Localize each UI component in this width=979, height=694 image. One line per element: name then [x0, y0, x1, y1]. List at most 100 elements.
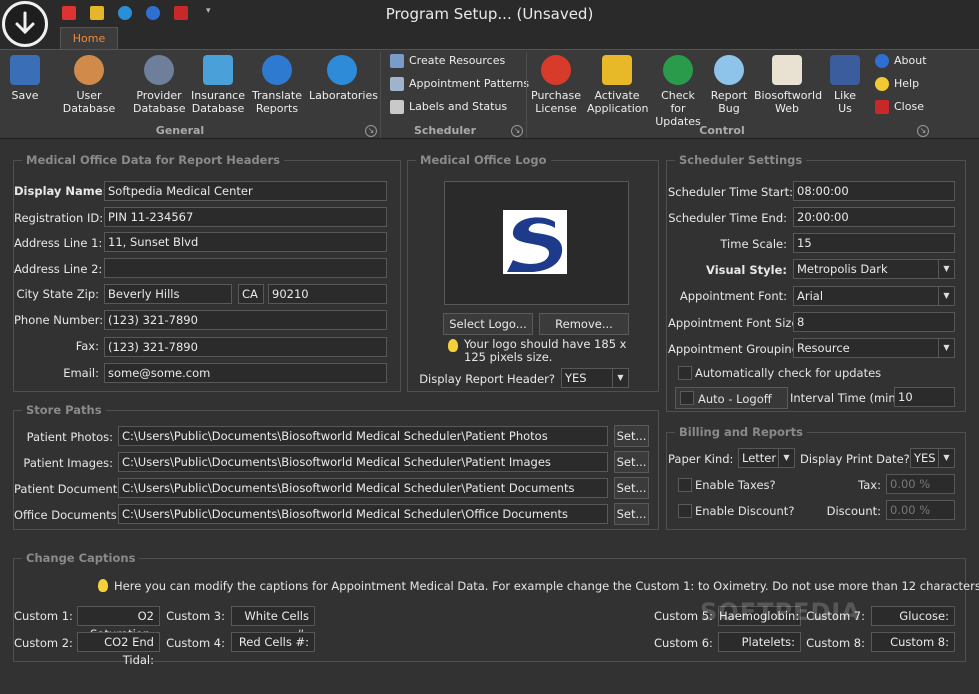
address2-field[interactable]: [104, 258, 387, 278]
discount-label: Discount:: [826, 504, 881, 518]
patient-photos-path[interactable]: C:\Users\Public\Documents\Biosoftworld M…: [118, 426, 608, 446]
phone-field[interactable]: (123) 321-7890: [104, 310, 387, 330]
create-resources-button[interactable]: Create Resources: [388, 52, 505, 70]
paper-kind-dropdown[interactable]: Letter ▼: [738, 448, 795, 468]
close-button[interactable]: Close: [873, 98, 924, 116]
time-scale-field[interactable]: 15: [793, 233, 955, 253]
custom1-label: Custom 1:: [14, 609, 73, 623]
tax-field[interactable]: 0.00 %: [886, 474, 955, 494]
billing-title: Billing and Reports: [675, 425, 807, 439]
translate-reports-button[interactable]: Translate Reports: [252, 53, 302, 115]
discount-field[interactable]: 0.00 %: [886, 500, 955, 520]
scheduler-settings-title: Scheduler Settings: [675, 153, 807, 167]
insurance-database-button[interactable]: Insurance Database: [190, 53, 246, 115]
chevron-down-icon: ▼: [938, 287, 954, 305]
store-paths-title: Store Paths: [22, 403, 106, 417]
patient-images-label: Patient Images:: [23, 456, 113, 470]
award-ribbon-icon: [541, 55, 571, 85]
custom7-field[interactable]: Glucose:: [871, 606, 955, 626]
email-field[interactable]: some@some.com: [104, 363, 387, 383]
time-end-label: Scheduler Time End:: [668, 211, 787, 225]
appointment-patterns-button[interactable]: Appointment Patterns: [388, 75, 529, 93]
display-header-dropdown[interactable]: YES ▼: [561, 368, 629, 388]
scheduler-expand-icon[interactable]: ↘: [511, 125, 523, 137]
custom2-label: Custom 2:: [14, 636, 73, 650]
save-button[interactable]: Save: [5, 53, 45, 102]
auto-logoff-checkbox[interactable]: [680, 391, 694, 405]
biosoftworld-web-button[interactable]: Biosoftworld Web: [754, 53, 822, 115]
help-icon: [875, 77, 889, 91]
zip-field[interactable]: 90210: [268, 284, 387, 304]
custom6-label: Custom 6:: [654, 636, 713, 650]
custom4-field[interactable]: Red Cells #:: [231, 632, 315, 652]
enable-discount-label: Enable Discount?: [695, 504, 795, 518]
office-documents-path[interactable]: C:\Users\Public\Documents\Biosoftworld M…: [118, 504, 608, 524]
interval-field[interactable]: 10: [894, 387, 955, 407]
state-field[interactable]: CA: [238, 284, 264, 304]
purchase-license-button[interactable]: Purchase License: [531, 53, 581, 115]
provider-icon: [144, 55, 174, 85]
custom1-field[interactable]: O2 Saturation:: [77, 606, 160, 641]
phone-label: Phone Number:: [14, 313, 104, 327]
patient-photos-label: Patient Photos:: [26, 430, 113, 444]
custom8-field[interactable]: Custom 8:: [871, 632, 955, 652]
gear-icon: [262, 55, 292, 85]
custom4-label: Custom 4:: [166, 636, 225, 650]
patient-images-set-button[interactable]: Set...: [614, 451, 649, 473]
control-expand-icon[interactable]: ↘: [917, 125, 929, 137]
auto-logoff-toggle[interactable]: Auto - Logoff: [675, 387, 788, 409]
softpedia-logo-image: [503, 210, 567, 274]
patient-documents-set-button[interactable]: Set...: [614, 477, 649, 499]
logo-group-title: Medical Office Logo: [416, 153, 551, 167]
patient-documents-path[interactable]: C:\Users\Public\Documents\Biosoftworld M…: [118, 478, 608, 498]
time-start-field[interactable]: 08:00:00: [793, 181, 955, 201]
report-bug-button[interactable]: Report Bug: [710, 53, 748, 115]
help-button[interactable]: Help: [873, 75, 919, 93]
fax-field[interactable]: (123) 321-7890: [104, 337, 387, 357]
auto-update-label: Automatically check for updates: [695, 366, 882, 380]
display-name-field[interactable]: Softpedia Medical Center: [104, 181, 387, 201]
remove-logo-button[interactable]: Remove...: [539, 313, 629, 335]
laboratories-button[interactable]: Laboratories: [309, 53, 378, 102]
registration-field[interactable]: PIN 11-234567: [104, 207, 387, 227]
tab-home[interactable]: Home: [60, 27, 118, 50]
auto-logoff-label: Auto - Logoff: [698, 392, 772, 406]
office-documents-set-button[interactable]: Set...: [614, 503, 649, 525]
check-for-updates-button[interactable]: Check for Updates: [652, 53, 704, 128]
office-documents-label: Office Documents:: [14, 508, 121, 522]
group-label-control: Control: [699, 124, 745, 137]
auto-update-checkbox[interactable]: [678, 366, 692, 380]
visual-style-label: Visual Style:: [706, 263, 787, 277]
about-button[interactable]: About: [873, 52, 927, 70]
enable-taxes-label: Enable Taxes?: [695, 478, 776, 492]
enable-taxes-checkbox[interactable]: [678, 478, 692, 492]
appointment-font-dropdown[interactable]: Arial ▼: [793, 286, 955, 306]
card-icon: [203, 55, 233, 85]
visual-style-dropdown[interactable]: Metropolis Dark ▼: [793, 259, 955, 279]
labels-and-status-button[interactable]: Labels and Status: [388, 98, 507, 116]
appointment-font-size-field[interactable]: 8: [793, 312, 955, 332]
address1-field[interactable]: 11, Sunset Blvd: [104, 232, 387, 252]
print-date-dropdown[interactable]: YES ▼: [910, 448, 955, 468]
provider-database-button[interactable]: Provider Database: [133, 53, 186, 115]
select-logo-button[interactable]: Select Logo...: [443, 313, 533, 335]
fax-label: Fax:: [75, 339, 99, 353]
activate-application-button[interactable]: Activate Application: [587, 53, 648, 115]
floppy-disk-icon: [10, 55, 40, 85]
general-expand-icon[interactable]: ↘: [365, 125, 377, 137]
custom2-field[interactable]: CO2 End Tidal:: [77, 632, 160, 667]
city-field[interactable]: Beverly Hills: [104, 284, 232, 304]
speech-bubble-icon: [714, 55, 744, 85]
patient-photos-set-button[interactable]: Set...: [614, 425, 649, 447]
time-end-field[interactable]: 20:00:00: [793, 207, 955, 227]
custom3-field[interactable]: White Cells #:: [231, 606, 315, 641]
like-us-button[interactable]: Like Us: [826, 53, 864, 115]
appointment-grouping-dropdown[interactable]: Resource ▼: [793, 338, 955, 358]
patient-images-path[interactable]: C:\Users\Public\Documents\Biosoftworld M…: [118, 452, 608, 472]
enable-discount-checkbox[interactable]: [678, 504, 692, 518]
user-database-button[interactable]: User Database: [50, 53, 128, 115]
resources-icon: [390, 54, 404, 68]
chevron-down-icon: ▼: [938, 449, 954, 467]
chevron-down-icon: ▼: [938, 339, 954, 357]
custom6-field[interactable]: Platelets:: [718, 632, 801, 652]
